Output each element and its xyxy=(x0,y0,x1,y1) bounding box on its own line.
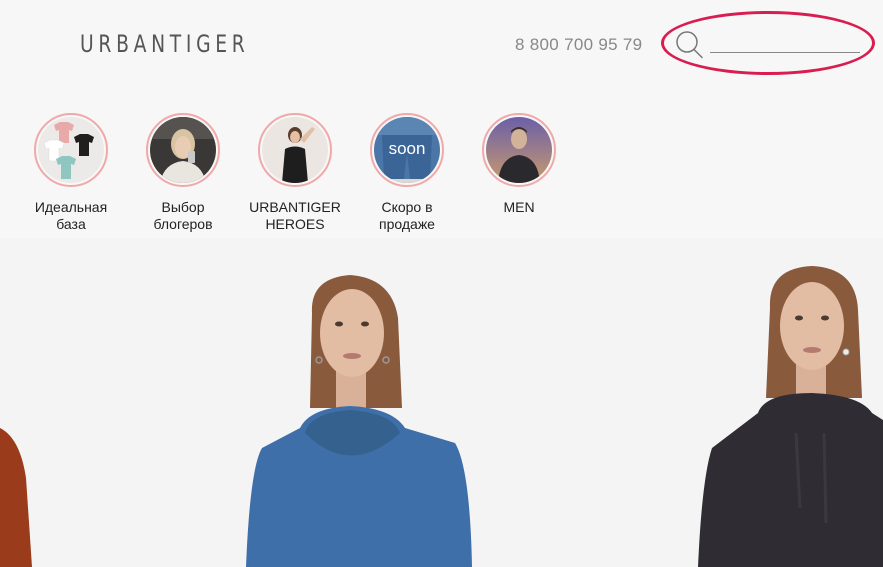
stories-row: Идеальная база Выбор блогеров URBANTIGER… xyxy=(15,113,575,233)
search-icon[interactable] xyxy=(674,30,704,60)
story-label: MEN xyxy=(503,199,535,215)
search-input[interactable] xyxy=(710,34,860,53)
story-label: Скоро в продаже xyxy=(379,199,435,232)
story-ring xyxy=(258,113,332,187)
story-ring xyxy=(34,113,108,187)
story-bloggers-choice[interactable]: Выбор блогеров xyxy=(127,113,239,233)
story-ring xyxy=(482,113,556,187)
story-image-soon: soon xyxy=(374,117,440,183)
search-bar[interactable] xyxy=(674,30,864,60)
page: URBANTIGER 8 800 700 95 79 Идеальная баз… xyxy=(0,0,883,567)
story-label: Выбор блогеров xyxy=(153,199,213,232)
soon-overlay-text: soon xyxy=(388,139,426,158)
phone-number[interactable]: 8 800 700 95 79 xyxy=(515,35,642,55)
story-ring xyxy=(146,113,220,187)
story-label: URBANTIGER HEROES xyxy=(249,199,341,232)
story-coming-soon[interactable]: soon Скоро в продаже xyxy=(351,113,463,233)
story-image-blogger xyxy=(150,117,216,183)
story-image-men xyxy=(486,117,552,183)
hero-banner[interactable] xyxy=(0,238,883,567)
hero-image xyxy=(0,238,883,567)
story-men[interactable]: MEN xyxy=(463,113,575,233)
story-label: Идеальная база xyxy=(34,199,108,232)
story-heroes[interactable]: URBANTIGER HEROES xyxy=(239,113,351,233)
story-ideal-base[interactable]: Идеальная база xyxy=(15,113,127,233)
brand-logo[interactable]: URBANTIGER xyxy=(80,30,249,58)
story-image-tshirts xyxy=(38,117,104,183)
story-image-heroes xyxy=(262,117,328,183)
story-ring: soon xyxy=(370,113,444,187)
